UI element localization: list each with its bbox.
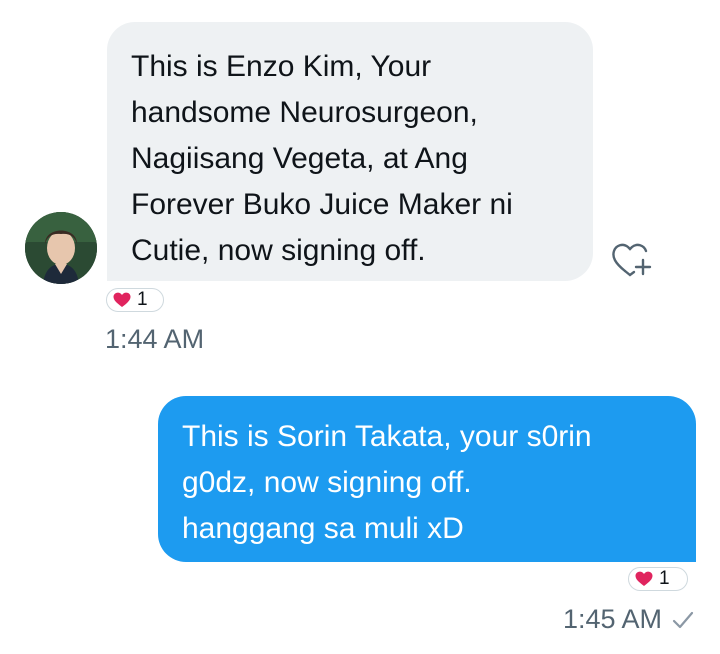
- heart-plus-icon: [612, 243, 652, 277]
- outgoing-message-meta: 1:45 AM: [563, 604, 694, 635]
- outgoing-reaction-badge[interactable]: 1: [628, 567, 688, 591]
- add-reaction-button[interactable]: [610, 238, 658, 278]
- reaction-count: 1: [137, 289, 148, 310]
- heart-icon: [113, 292, 131, 307]
- outgoing-message-timestamp: 1:45 AM: [562, 604, 662, 634]
- avatar-portrait-icon: [25, 212, 97, 284]
- avatar[interactable]: [25, 212, 97, 284]
- incoming-message-timestamp: 1:44 AM: [105, 324, 205, 354]
- incoming-reaction-badge[interactable]: 1: [106, 288, 164, 312]
- outgoing-message-bubble[interactable]: This is Sorin Takata, your s0rin g0dz, n…: [158, 396, 696, 562]
- checkmark-icon: [672, 611, 694, 628]
- reaction-count: 1: [659, 568, 670, 589]
- incoming-message-bubble[interactable]: This is Enzo Kim, Your handsome Neurosur…: [107, 22, 593, 281]
- heart-icon: [635, 571, 653, 586]
- dm-conversation: This is Enzo Kim, Your handsome Neurosur…: [0, 0, 720, 654]
